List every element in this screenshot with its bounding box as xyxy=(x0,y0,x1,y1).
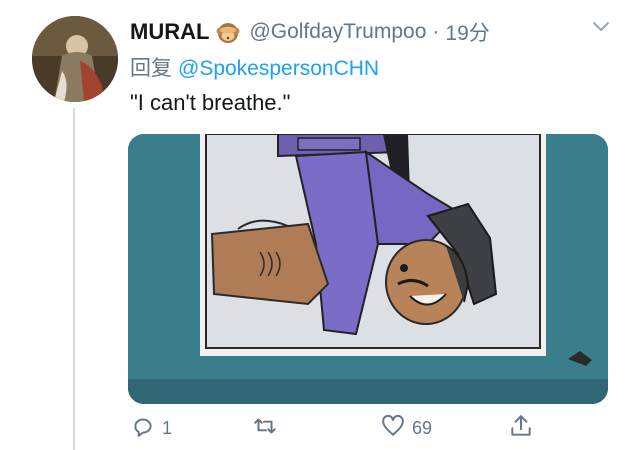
see-no-evil-monkey-icon xyxy=(215,19,241,45)
tweet-text: "I can't breathe." xyxy=(130,90,291,115)
user-handle[interactable]: @GolfdayTrumpoo xyxy=(249,20,426,44)
timestamp[interactable]: 19分 xyxy=(445,17,489,47)
heart-icon xyxy=(380,413,406,444)
tweet-card: MURAL @GolfdayTrumpoo · 19分 回复 @Spokesper… xyxy=(0,0,640,450)
share-button[interactable] xyxy=(508,412,540,444)
avatar[interactable] xyxy=(32,16,118,102)
tweet-header: MURAL @GolfdayTrumpoo · 19分 xyxy=(130,18,490,46)
tweet-media-image[interactable] xyxy=(128,134,608,404)
chevron-down-icon[interactable] xyxy=(590,18,612,36)
tweet-actions: 1 69 xyxy=(130,412,610,444)
reply-context: 回复 @SpokespersonCHN xyxy=(130,52,379,82)
reply-button[interactable]: 1 xyxy=(130,412,172,444)
thread-line xyxy=(73,108,75,450)
display-name[interactable]: MURAL xyxy=(130,19,209,45)
reply-to-handle[interactable]: @SpokespersonCHN xyxy=(178,57,379,80)
reply-icon xyxy=(130,413,156,444)
share-icon xyxy=(508,413,534,444)
reply-prefix: 回复 xyxy=(130,57,172,80)
reply-count: 1 xyxy=(162,417,173,438)
retweet-icon xyxy=(252,413,278,444)
separator-dot: · xyxy=(432,20,440,43)
like-count: 69 xyxy=(412,417,433,438)
retweet-button[interactable] xyxy=(252,412,284,444)
like-button[interactable]: 69 xyxy=(380,412,432,444)
